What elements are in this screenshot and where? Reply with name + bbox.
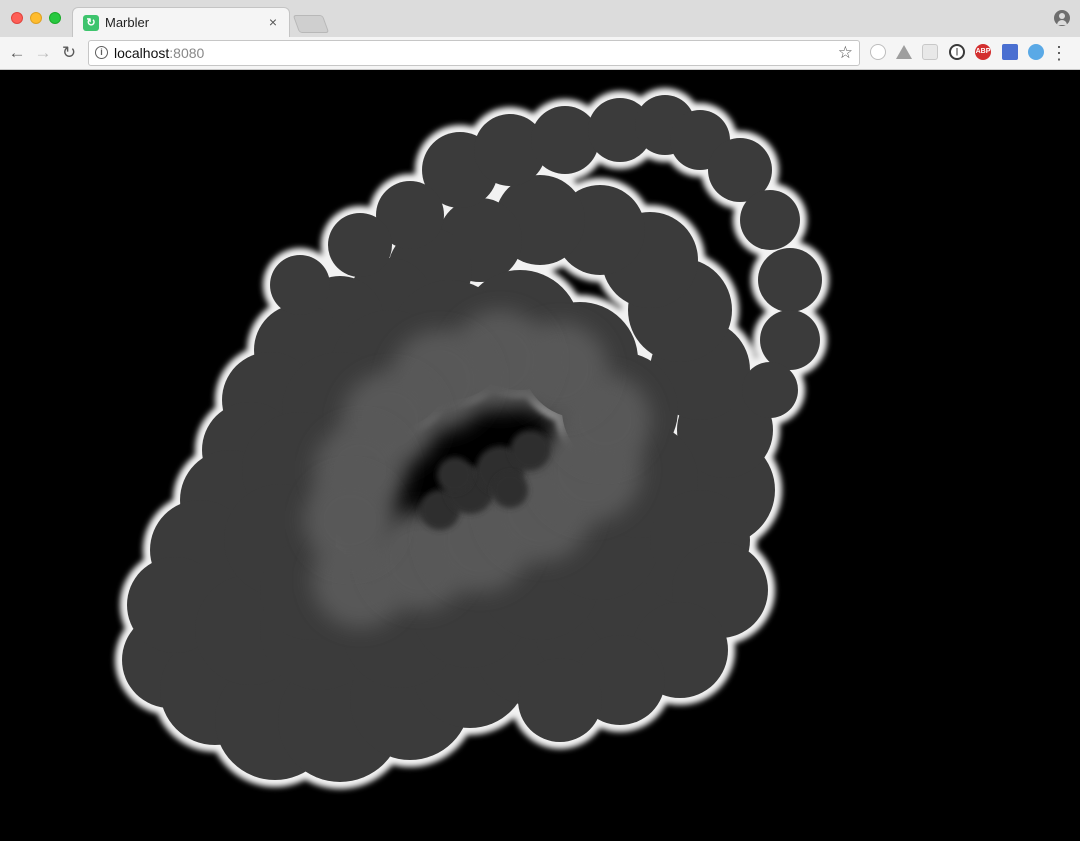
onepassword-ext-icon[interactable]: | — [949, 44, 965, 60]
minimize-window-button[interactable] — [30, 12, 42, 24]
close-window-button[interactable] — [11, 12, 23, 24]
zoom-window-button[interactable] — [49, 12, 61, 24]
marble-canvas[interactable] — [0, 70, 1080, 841]
marble-pattern-svg — [115, 88, 829, 789]
profile-icon[interactable] — [1054, 10, 1070, 26]
title-bar: ↻ Marbler × — [0, 0, 1080, 38]
grid-ext-icon[interactable] — [922, 44, 938, 60]
tab-close-icon[interactable]: × — [265, 14, 281, 30]
marble-blob — [510, 430, 550, 470]
marble-blob — [531, 106, 599, 174]
pulse-ext-icon[interactable] — [1028, 44, 1044, 60]
url-port: :8080 — [169, 45, 205, 61]
marble-blob — [760, 310, 820, 370]
reload-button[interactable]: ↻ — [58, 42, 80, 64]
address-bar[interactable]: i localhost:8080 ☆ — [88, 40, 860, 66]
marble-blob — [437, 457, 473, 493]
marble-blob — [304, 474, 396, 566]
marble-blob — [518, 658, 602, 742]
meter-ext-icon[interactable] — [1002, 44, 1018, 60]
url-text[interactable]: localhost:8080 — [114, 45, 204, 61]
browser-window: ↻ Marbler × ← → ↻ i localhost:8080 ☆ | A… — [0, 0, 1080, 841]
tab-marbler[interactable]: ↻ Marbler × — [72, 7, 290, 38]
marbler-favicon-icon: ↻ — [83, 15, 99, 31]
new-tab-button[interactable] — [292, 15, 330, 33]
marble-blob — [742, 362, 798, 418]
marble-blob — [758, 248, 822, 312]
marble-blob — [492, 472, 528, 508]
menu-icon[interactable]: ⋮ — [1050, 43, 1068, 63]
toolbar: ← → ↻ i localhost:8080 ☆ | ABP ⋮ — [0, 37, 1080, 70]
forward-button[interactable]: → — [32, 42, 54, 64]
marble-blob — [270, 255, 330, 315]
marble-blob — [740, 190, 800, 250]
marble-blob — [328, 213, 392, 277]
url-host: localhost — [114, 45, 170, 61]
bookmark-star-icon[interactable]: ☆ — [838, 43, 853, 63]
circle-ext-icon[interactable] — [870, 44, 886, 60]
drive-ext-icon[interactable] — [896, 45, 912, 59]
back-button[interactable]: ← — [6, 42, 28, 64]
adblock-ext-icon[interactable]: ABP — [975, 44, 991, 60]
tab-title: Marbler — [105, 15, 150, 30]
info-icon[interactable]: i — [95, 46, 108, 59]
